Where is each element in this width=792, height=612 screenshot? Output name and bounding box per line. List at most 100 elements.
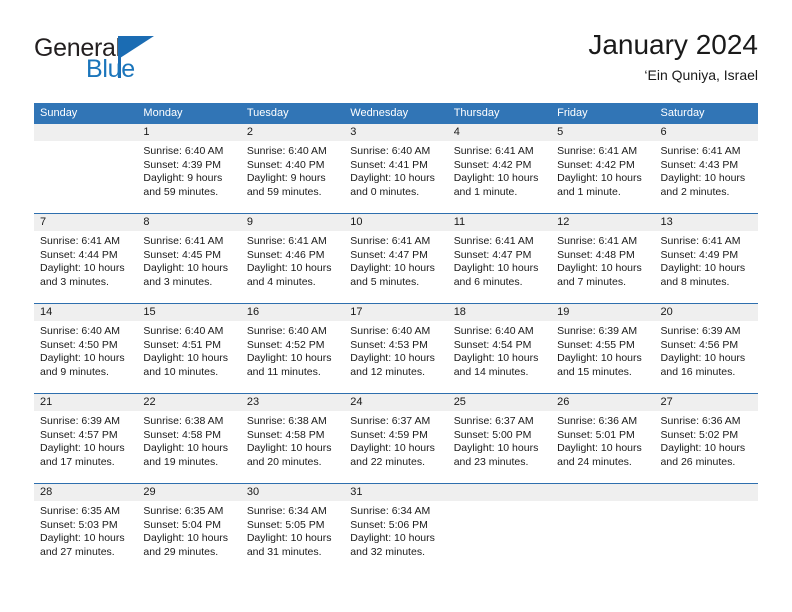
- day-number-14[interactable]: 14: [34, 304, 137, 321]
- day-cell-30[interactable]: Sunrise: 6:34 AM Sunset: 5:05 PM Daylight:…: [241, 501, 344, 573]
- day-number-30[interactable]: 30: [241, 484, 344, 501]
- week-detail-strip: Sunrise: 6:41 AM Sunset: 4:44 PM Daylight:…: [34, 231, 758, 303]
- week-detail-strip: Sunrise: 6:40 AM Sunset: 4:50 PM Daylight:…: [34, 321, 758, 393]
- day-number-16[interactable]: 16: [241, 304, 344, 321]
- day-cell-20[interactable]: Sunrise: 6:39 AM Sunset: 4:56 PM Daylight:…: [655, 321, 758, 393]
- day-cell-9[interactable]: Sunrise: 6:41 AM Sunset: 4:46 PM Daylight:…: [241, 231, 344, 303]
- day-cell-19[interactable]: Sunrise: 6:39 AM Sunset: 4:55 PM Daylight:…: [551, 321, 654, 393]
- day-detail-line: Daylight: 10 hours: [246, 532, 332, 545]
- day-detail-line: Sunrise: 6:41 AM: [453, 145, 534, 157]
- day-number-12[interactable]: 12: [551, 214, 654, 231]
- day-detail-line: Sunrise: 6:37 AM: [453, 415, 534, 427]
- day-detail-line: Sunrise: 6:34 AM: [350, 505, 431, 517]
- day-of-week-header-saturday: Saturday: [660, 107, 705, 119]
- page-subtitle: ‘Ein Quniya, Israel: [644, 67, 758, 83]
- day-number-7[interactable]: 7: [34, 214, 137, 231]
- day-cell-11[interactable]: Sunrise: 6:41 AM Sunset: 4:47 PM Daylight:…: [448, 231, 551, 303]
- day-detail-line: Sunset: 4:39 PM: [143, 158, 222, 171]
- day-number-9[interactable]: 9: [241, 214, 344, 231]
- day-detail-line: Sunrise: 6:41 AM: [40, 235, 120, 247]
- day-detail-line: Daylight: 10 hours: [143, 442, 229, 455]
- day-cell-26[interactable]: Sunrise: 6:36 AM Sunset: 5:01 PM Daylight:…: [551, 411, 654, 483]
- day-cell-10[interactable]: Sunrise: 6:41 AM Sunset: 4:47 PM Daylight:…: [344, 231, 447, 303]
- day-detail-line: Daylight: 10 hours: [660, 352, 746, 365]
- day-cell-22[interactable]: Sunrise: 6:38 AM Sunset: 4:58 PM Daylight:…: [137, 411, 240, 483]
- day-detail-line: and 10 minutes.: [143, 365, 219, 378]
- day-number-20[interactable]: 20: [655, 304, 758, 321]
- day-cell-14[interactable]: Sunrise: 6:40 AM Sunset: 4:50 PM Daylight:…: [34, 321, 137, 393]
- day-number-2[interactable]: 2: [241, 124, 344, 141]
- day-detail-line: Sunrise: 6:41 AM: [350, 235, 431, 247]
- day-cell-27[interactable]: Sunrise: 6:36 AM Sunset: 5:02 PM Daylight:…: [655, 411, 758, 483]
- day-detail-line: Sunset: 4:47 PM: [350, 248, 428, 261]
- day-number-4[interactable]: 4: [448, 124, 551, 141]
- day-number-29[interactable]: 29: [137, 484, 240, 501]
- day-number-10[interactable]: 10: [344, 214, 447, 231]
- day-number-31[interactable]: 31: [344, 484, 447, 501]
- day-cell-25[interactable]: Sunrise: 6:37 AM Sunset: 5:00 PM Daylight:…: [448, 411, 551, 483]
- day-number-5[interactable]: 5: [551, 124, 654, 141]
- day-of-week-header-wednesday: Wednesday: [350, 107, 409, 119]
- day-detail-line: and 11 minutes.: [246, 365, 321, 378]
- day-detail-line: Sunrise: 6:40 AM: [246, 145, 327, 157]
- day-detail-line: Sunrise: 6:40 AM: [453, 325, 534, 337]
- day-number-8[interactable]: 8: [137, 214, 240, 231]
- day-number-18[interactable]: 18: [448, 304, 551, 321]
- day-detail-line: Sunset: 5:04 PM: [143, 518, 222, 531]
- day-cell-17[interactable]: Sunrise: 6:40 AM Sunset: 4:53 PM Daylight:…: [344, 321, 447, 393]
- day-number-11[interactable]: 11: [448, 214, 551, 231]
- day-cell-29[interactable]: Sunrise: 6:35 AM Sunset: 5:04 PM Daylight:…: [137, 501, 240, 573]
- day-number-27[interactable]: 27: [655, 394, 758, 411]
- day-number-25[interactable]: 25: [448, 394, 551, 411]
- day-cell-31[interactable]: Sunrise: 6:34 AM Sunset: 5:06 PM Daylight:…: [344, 501, 447, 573]
- day-number-28[interactable]: 28: [34, 484, 137, 501]
- day-cell-12[interactable]: Sunrise: 6:41 AM Sunset: 4:48 PM Daylight:…: [551, 231, 654, 303]
- day-number-19[interactable]: 19: [551, 304, 654, 321]
- day-detail-line: Daylight: 10 hours: [40, 532, 125, 545]
- day-detail-line: Daylight: 10 hours: [143, 262, 229, 275]
- day-cell-13[interactable]: Sunrise: 6:41 AM Sunset: 4:49 PM Daylight:…: [655, 231, 758, 303]
- day-number-17[interactable]: 17: [344, 304, 447, 321]
- day-number-6[interactable]: 6: [655, 124, 758, 141]
- day-detail-line: Sunset: 4:51 PM: [143, 338, 222, 351]
- day-cell-28[interactable]: Sunrise: 6:35 AM Sunset: 5:03 PM Daylight:…: [34, 501, 137, 573]
- day-cell-2[interactable]: Sunrise: 6:40 AM Sunset: 4:40 PM Daylight:…: [241, 141, 344, 213]
- day-number-13[interactable]: 13: [655, 214, 758, 231]
- day-detail-line: Sunrise: 6:40 AM: [246, 325, 327, 337]
- day-number-23[interactable]: 23: [241, 394, 344, 411]
- day-number-26[interactable]: 26: [551, 394, 654, 411]
- day-cell-16[interactable]: Sunrise: 6:40 AM Sunset: 4:52 PM Daylight:…: [241, 321, 344, 393]
- day-cell-8[interactable]: Sunrise: 6:41 AM Sunset: 4:45 PM Daylight:…: [137, 231, 240, 303]
- day-number-3[interactable]: 3: [344, 124, 447, 141]
- day-number-1[interactable]: 1: [137, 124, 240, 141]
- day-detail-line: and 8 minutes.: [660, 275, 730, 288]
- day-detail-line: and 1 minute.: [557, 185, 621, 198]
- day-cell-6[interactable]: Sunrise: 6:41 AM Sunset: 4:43 PM Daylight:…: [655, 141, 758, 213]
- day-cell-24[interactable]: Sunrise: 6:37 AM Sunset: 4:59 PM Daylight:…: [344, 411, 447, 483]
- day-detail-line: and 24 minutes.: [557, 455, 632, 468]
- day-detail-line: Sunset: 5:05 PM: [246, 518, 325, 531]
- day-number-15[interactable]: 15: [137, 304, 240, 321]
- day-detail-line: Daylight: 10 hours: [246, 442, 332, 455]
- day-detail-line: and 20 minutes.: [246, 455, 322, 468]
- day-detail-line: Sunset: 4:44 PM: [40, 248, 118, 261]
- day-detail-line: Sunset: 4:45 PM: [143, 248, 222, 261]
- day-cell-23[interactable]: Sunrise: 6:38 AM Sunset: 4:58 PM Daylight:…: [241, 411, 344, 483]
- calendar-page: General Blue January 2024 ‘Ein Quniya, I…: [0, 0, 792, 612]
- day-cell-7[interactable]: Sunrise: 6:41 AM Sunset: 4:44 PM Daylight:…: [34, 231, 137, 303]
- day-number-21[interactable]: 21: [34, 394, 137, 411]
- day-cell-15[interactable]: Sunrise: 6:40 AM Sunset: 4:51 PM Daylight:…: [137, 321, 240, 393]
- day-cell-3[interactable]: Sunrise: 6:40 AM Sunset: 4:41 PM Daylight:…: [344, 141, 447, 213]
- day-cell-18[interactable]: Sunrise: 6:40 AM Sunset: 4:54 PM Daylight:…: [448, 321, 551, 393]
- day-cell-21[interactable]: Sunrise: 6:39 AM Sunset: 4:57 PM Daylight:…: [34, 411, 137, 483]
- day-cell-5[interactable]: Sunrise: 6:41 AM Sunset: 4:42 PM Daylight:…: [551, 141, 654, 213]
- day-detail-line: and 6 minutes.: [453, 275, 523, 288]
- day-detail-line: and 29 minutes.: [143, 545, 219, 558]
- day-cell-1[interactable]: Sunrise: 6:40 AM Sunset: 4:39 PM Daylight:…: [137, 141, 240, 213]
- general-blue-logo[interactable]: General Blue: [34, 34, 244, 86]
- day-number-22[interactable]: 22: [137, 394, 240, 411]
- day-detail-line: Sunset: 4:42 PM: [453, 158, 532, 171]
- day-cell-4[interactable]: Sunrise: 6:41 AM Sunset: 4:42 PM Daylight:…: [448, 141, 551, 213]
- day-number-24[interactable]: 24: [344, 394, 447, 411]
- day-detail-line: Daylight: 10 hours: [557, 352, 642, 365]
